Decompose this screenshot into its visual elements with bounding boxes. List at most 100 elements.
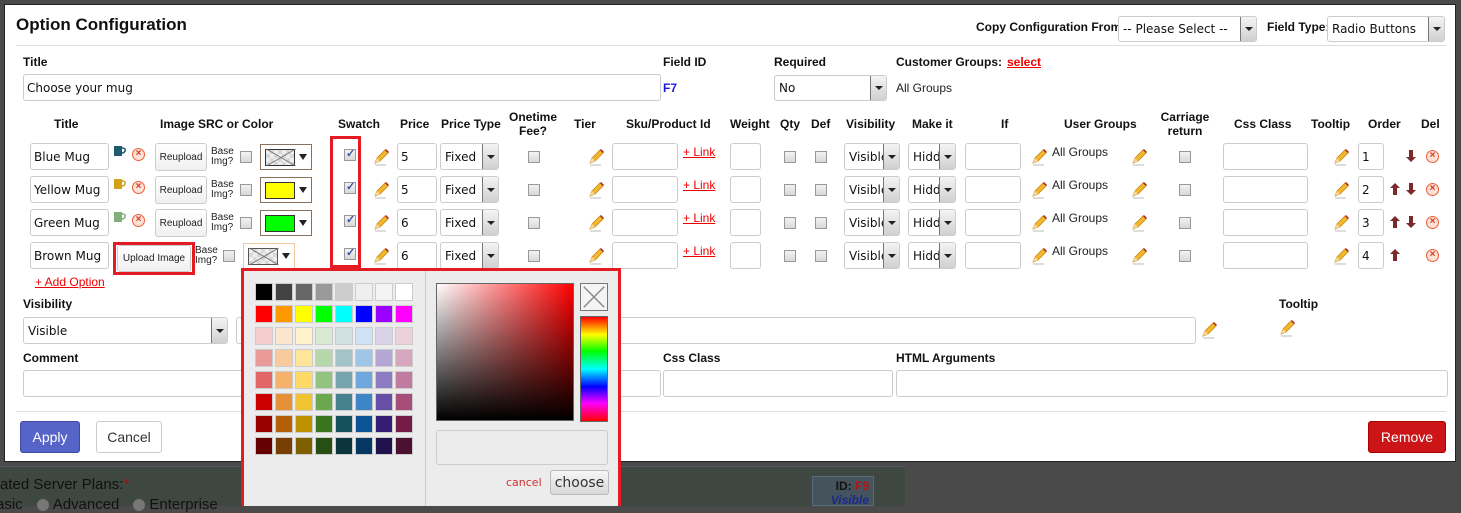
palette-swatch[interactable] [335, 305, 353, 323]
customer-groups-select-link[interactable]: select [1007, 55, 1041, 69]
palette-swatch[interactable] [355, 415, 373, 433]
option-visibility-select[interactable]: Visible [844, 242, 900, 269]
css-class-row-input[interactable] [1223, 242, 1308, 269]
palette-swatch[interactable] [255, 393, 273, 411]
add-link[interactable]: + Link [683, 211, 715, 225]
swatch-checkbox[interactable] [344, 246, 356, 260]
palette-swatch[interactable] [275, 437, 293, 455]
add-link[interactable]: + Link [683, 244, 715, 258]
move-down-icon[interactable] [1406, 216, 1416, 228]
palette-swatch[interactable] [355, 305, 373, 323]
pencil-icon[interactable] [1030, 148, 1048, 166]
palette-swatch[interactable] [375, 437, 393, 455]
palette-swatch[interactable] [355, 283, 373, 301]
pencil-icon[interactable] [1332, 148, 1350, 166]
palette-swatch[interactable] [355, 437, 373, 455]
add-link[interactable]: + Link [683, 145, 715, 159]
radio-enterprise[interactable] [133, 499, 146, 512]
price-input[interactable]: 5 [397, 143, 437, 170]
add-link[interactable]: + Link [683, 178, 715, 192]
no-color-icon[interactable] [580, 283, 608, 311]
palette-swatch[interactable] [395, 349, 413, 367]
reupload-button[interactable]: Reupload [155, 176, 207, 204]
palette-swatch[interactable] [395, 305, 413, 323]
palette-swatch[interactable] [275, 371, 293, 389]
price-type-select[interactable]: Fixed [440, 176, 499, 203]
palette-swatch[interactable] [255, 327, 273, 345]
order-input[interactable]: 3 [1358, 209, 1384, 236]
order-input[interactable]: 4 [1358, 242, 1384, 269]
add-option-link[interactable]: + Add Option [35, 275, 105, 289]
palette-swatch[interactable] [335, 437, 353, 455]
palette-swatch[interactable] [395, 283, 413, 301]
hue-slider[interactable] [580, 316, 608, 422]
onetime-fee-checkbox[interactable] [528, 184, 540, 196]
pencil-icon[interactable] [587, 148, 605, 166]
default-checkbox[interactable] [815, 250, 827, 262]
palette-swatch[interactable] [395, 437, 413, 455]
palette-swatch[interactable] [315, 415, 333, 433]
palette-swatch[interactable] [315, 305, 333, 323]
delete-row-icon[interactable]: × [1426, 150, 1439, 163]
palette-swatch[interactable] [255, 437, 273, 455]
option-visibility-select[interactable]: Visible [844, 209, 900, 236]
pencil-icon[interactable] [1332, 181, 1350, 199]
if-input[interactable] [965, 176, 1021, 203]
palette-swatch[interactable] [295, 283, 313, 301]
pencil-icon[interactable] [1030, 247, 1048, 265]
make-it-select[interactable]: Hidd [908, 176, 956, 203]
palette-swatch[interactable] [255, 415, 273, 433]
palette-swatch[interactable] [275, 283, 293, 301]
palette-swatch[interactable] [395, 415, 413, 433]
saturation-value-area[interactable] [436, 283, 574, 421]
palette-swatch[interactable] [315, 437, 333, 455]
css-class-input[interactable] [663, 370, 893, 397]
weight-input[interactable] [730, 176, 761, 203]
pencil-icon[interactable] [1200, 321, 1218, 339]
palette-swatch[interactable] [275, 393, 293, 411]
option-visibility-select[interactable]: Visible [844, 176, 900, 203]
palette-swatch[interactable] [275, 415, 293, 433]
carriage-return-checkbox[interactable] [1179, 217, 1191, 229]
if-input[interactable] [965, 209, 1021, 236]
palette-swatch[interactable] [295, 393, 313, 411]
palette-swatch[interactable] [375, 327, 393, 345]
if-input[interactable] [965, 143, 1021, 170]
palette-swatch[interactable] [335, 327, 353, 345]
picker-choose-button[interactable]: choose [550, 470, 609, 495]
palette-swatch[interactable] [275, 327, 293, 345]
palette-swatch[interactable] [335, 393, 353, 411]
onetime-fee-checkbox[interactable] [528, 217, 540, 229]
palette-swatch[interactable] [295, 415, 313, 433]
pencil-icon[interactable] [372, 181, 390, 199]
palette-swatch[interactable] [275, 305, 293, 323]
radio-advanced[interactable] [36, 499, 49, 512]
palette-swatch[interactable] [355, 349, 373, 367]
palette-swatch[interactable] [315, 349, 333, 367]
onetime-fee-checkbox[interactable] [528, 151, 540, 163]
palette-swatch[interactable] [315, 327, 333, 345]
swatch-checkbox[interactable] [344, 180, 356, 194]
reupload-button[interactable]: Reupload [155, 209, 207, 237]
palette-swatch[interactable] [275, 349, 293, 367]
palette-swatch[interactable] [355, 393, 373, 411]
pencil-icon[interactable] [1332, 247, 1350, 265]
pencil-icon[interactable] [1332, 214, 1350, 232]
palette-swatch[interactable] [255, 305, 273, 323]
remove-button[interactable]: Remove [1368, 421, 1446, 453]
if-input[interactable] [965, 242, 1021, 269]
move-down-icon[interactable] [1406, 183, 1416, 195]
price-input[interactable]: 6 [397, 242, 437, 269]
qty-checkbox[interactable] [784, 184, 796, 196]
palette-swatch[interactable] [355, 371, 373, 389]
palette-swatch[interactable] [335, 415, 353, 433]
move-down-icon[interactable] [1406, 150, 1416, 162]
base-img-checkbox[interactable] [223, 250, 235, 262]
palette-swatch[interactable] [395, 371, 413, 389]
css-class-row-input[interactable] [1223, 176, 1308, 203]
qty-checkbox[interactable] [784, 151, 796, 163]
css-class-row-input[interactable] [1223, 143, 1308, 170]
price-type-select[interactable]: Fixed [440, 242, 499, 269]
palette-swatch[interactable] [295, 437, 313, 455]
pencil-icon[interactable] [1130, 247, 1148, 265]
